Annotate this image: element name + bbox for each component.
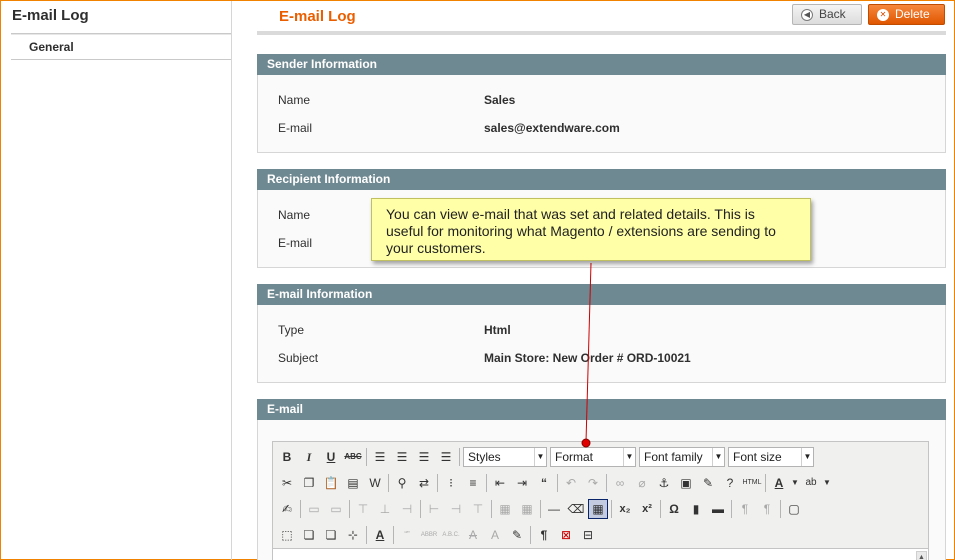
callout-pointer: [581, 262, 592, 448]
callout-line: [585, 262, 592, 443]
help-tooltip: You can view e-mail that was set and rel…: [371, 198, 811, 261]
callout-dot: [581, 438, 591, 448]
